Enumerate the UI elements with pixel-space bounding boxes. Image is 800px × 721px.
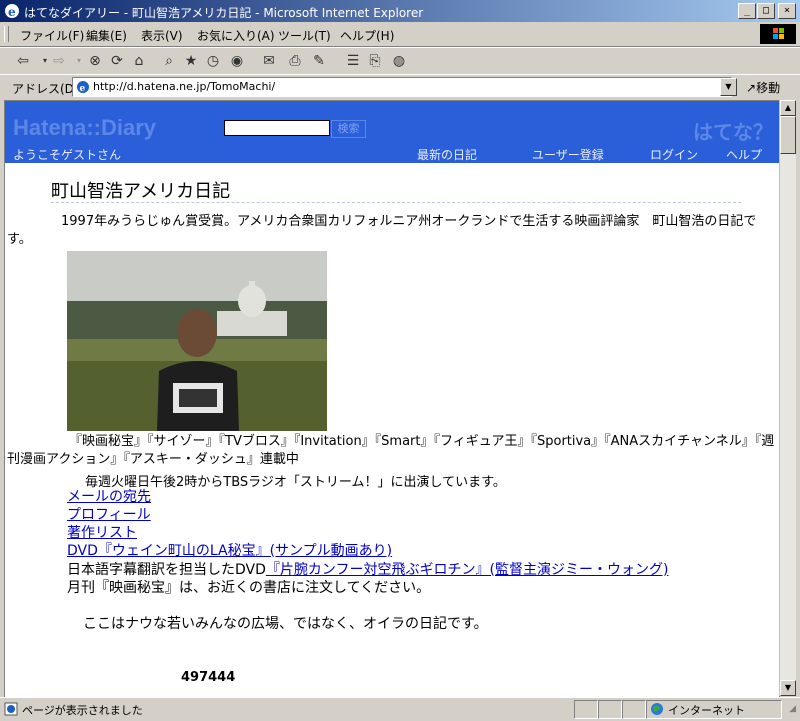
go-arrow-icon: ↗ bbox=[746, 81, 757, 95]
zone-text: インターネット bbox=[668, 704, 745, 717]
print-icon[interactable]: ⎙ bbox=[286, 52, 304, 70]
link-dvd-la-hiho[interactable]: DVD『ウェイン町山のLA秘宝』(サンプル動画あり) bbox=[67, 542, 392, 560]
window-title: はてなダイアリー - 町山智浩アメリカ日記 - Microsoft Intern… bbox=[24, 6, 424, 20]
title-bar: e はてなダイアリー - 町山智浩アメリカ日記 - Microsoft Inte… bbox=[0, 0, 800, 22]
windows-logo-icon bbox=[760, 24, 796, 44]
minimize-button[interactable]: _ bbox=[738, 3, 756, 19]
menu-bar: ファイル(F) 編集(E) 表示(V) お気に入り(A) ツール(T) ヘルプ(… bbox=[0, 22, 800, 47]
link-works[interactable]: 著作リスト bbox=[67, 524, 392, 542]
menu-favorites[interactable]: お気に入り(A) bbox=[197, 27, 275, 44]
hatena-header: Hatena::Diary 検索 はてな？ bbox=[5, 101, 779, 145]
welcome-text: ようこそゲストさん bbox=[13, 148, 122, 162]
hatena-navbar: ようこそゲストさん 最新の日記 ユーザー登録 ログイン ヘルプ bbox=[5, 145, 779, 163]
page-done-icon bbox=[4, 702, 18, 716]
status-panel-3 bbox=[622, 700, 646, 719]
refresh-icon[interactable]: ⟳ bbox=[108, 52, 126, 70]
address-bar: アドレス(D) e http://d.hatena.ne.jp/TomoMach… bbox=[0, 74, 800, 99]
nav-login[interactable]: ログイン bbox=[650, 146, 698, 163]
access-counter: 497444 bbox=[181, 670, 236, 685]
menu-edit[interactable]: 編集(E) bbox=[86, 27, 127, 44]
research-icon[interactable]: ⎘ bbox=[366, 52, 384, 70]
standard-toolbar: ⇦ ▾ ⇨ ▾ ⊗ ⟳ ⌂ ⌕ ★ ◷ ◉ ✉ ⎙ ✎ ☰ ⎘ ◍ bbox=[0, 47, 800, 75]
status-bar: ページが表示されました インターネット ◢ bbox=[0, 697, 800, 721]
history-icon[interactable]: ◷ bbox=[204, 52, 222, 70]
stop-icon[interactable]: ⊗ bbox=[86, 52, 104, 70]
subtitle-line: 日本語字幕翻訳を担当したDVD『片腕カンフー対空飛ぶギロチン』(監督主演ジミー・… bbox=[67, 559, 668, 579]
link-profile[interactable]: プロフィール bbox=[67, 506, 392, 524]
edit-icon[interactable]: ✎ bbox=[310, 52, 328, 70]
toolbar-grip[interactable] bbox=[4, 26, 9, 42]
messenger-icon[interactable]: ◍ bbox=[390, 52, 408, 70]
diary-links: メールの宛先 プロフィール 著作リスト DVD『ウェイン町山のLA秘宝』(サンプ… bbox=[67, 488, 392, 560]
search-button[interactable]: 検索 bbox=[331, 120, 366, 138]
menu-file[interactable]: ファイル(F) bbox=[20, 27, 84, 44]
vertical-scrollbar[interactable]: ▲ ▼ bbox=[779, 100, 796, 696]
status-panel-2 bbox=[598, 700, 622, 719]
address-label: アドレス(D) bbox=[12, 82, 79, 96]
diary-title[interactable]: 町山智浩アメリカ日記 bbox=[51, 177, 230, 203]
hatena-logo[interactable]: はてな？ bbox=[693, 116, 773, 145]
browser-content: Hatena::Diary 検索 はてな？ ようこそゲストさん 最新の日記 ユー… bbox=[4, 100, 780, 698]
media-icon[interactable]: ◉ bbox=[228, 52, 246, 70]
diary-description: 1997年みうらじゅん賞受賞。アメリカ合衆国カリフォルニア州オークランドで生活す… bbox=[7, 214, 757, 247]
address-url: http://d.hatena.ne.jp/TomoMachi/ bbox=[93, 80, 276, 93]
menu-tools[interactable]: ツール(T) bbox=[278, 27, 331, 44]
svg-text:e: e bbox=[80, 84, 86, 94]
diary-note: ここはナウな若いみんなの広場、ではなく、オイラの日記です。 bbox=[83, 616, 488, 632]
nav-help[interactable]: ヘルプ bbox=[726, 146, 762, 163]
discuss-icon[interactable]: ☰ bbox=[344, 52, 362, 70]
ie-logo-icon: e bbox=[5, 4, 19, 19]
go-label: 移動 bbox=[756, 81, 781, 95]
link-dvd-kataude[interactable]: 『片腕カンフー対空飛ぶギロチン』(監督主演ジミー・ウォング) bbox=[266, 562, 669, 578]
back-icon[interactable]: ⇦ bbox=[14, 52, 32, 70]
close-button[interactable]: × bbox=[778, 3, 796, 19]
nav-register[interactable]: ユーザー登録 bbox=[532, 146, 604, 163]
favorites-icon[interactable]: ★ bbox=[182, 52, 200, 70]
title-divider bbox=[51, 202, 741, 203]
address-dropdown-button[interactable]: ▼ bbox=[720, 78, 737, 96]
status-text: ページが表示されました bbox=[22, 704, 143, 717]
status-panel-1 bbox=[574, 700, 598, 719]
search-icon[interactable]: ⌕ bbox=[160, 52, 178, 70]
scroll-up-button[interactable]: ▲ bbox=[780, 100, 796, 116]
profile-photo bbox=[67, 251, 327, 431]
mail-icon[interactable]: ✉ bbox=[260, 52, 278, 70]
menu-help[interactable]: ヘルプ(H) bbox=[340, 27, 394, 44]
nav-latest-diaries[interactable]: 最新の日記 bbox=[417, 146, 477, 163]
menu-view[interactable]: 表示(V) bbox=[141, 27, 183, 44]
maximize-button[interactable]: □ bbox=[757, 3, 775, 19]
internet-zone-icon bbox=[651, 703, 663, 715]
address-input[interactable]: e http://d.hatena.ne.jp/TomoMachi/ bbox=[72, 77, 732, 97]
scroll-thumb[interactable] bbox=[780, 116, 796, 154]
forward-icon[interactable]: ⇨ bbox=[50, 52, 68, 70]
go-button[interactable]: ↗移動 bbox=[746, 79, 780, 96]
page-icon: e bbox=[77, 81, 89, 94]
scroll-down-button[interactable]: ▼ bbox=[780, 680, 796, 696]
home-icon[interactable]: ⌂ bbox=[130, 52, 148, 70]
subtitle-prefix: 日本語字幕翻訳を担当したDVD bbox=[67, 562, 266, 578]
link-mail[interactable]: メールの宛先 bbox=[67, 488, 392, 506]
hatena-diary-logo[interactable]: Hatena::Diary bbox=[13, 115, 156, 141]
search-input[interactable] bbox=[224, 120, 330, 136]
hiho-text: 月刊『映画秘宝』は、お近くの書店に注文してください。 bbox=[67, 580, 431, 596]
resize-grip-icon[interactable]: ◢ bbox=[789, 704, 796, 714]
magazines-text: 『映画秘宝』『サイゾー』『TVブロス』『Invitation』『Smart』『フ… bbox=[7, 434, 775, 467]
svg-text:e: e bbox=[8, 5, 16, 19]
